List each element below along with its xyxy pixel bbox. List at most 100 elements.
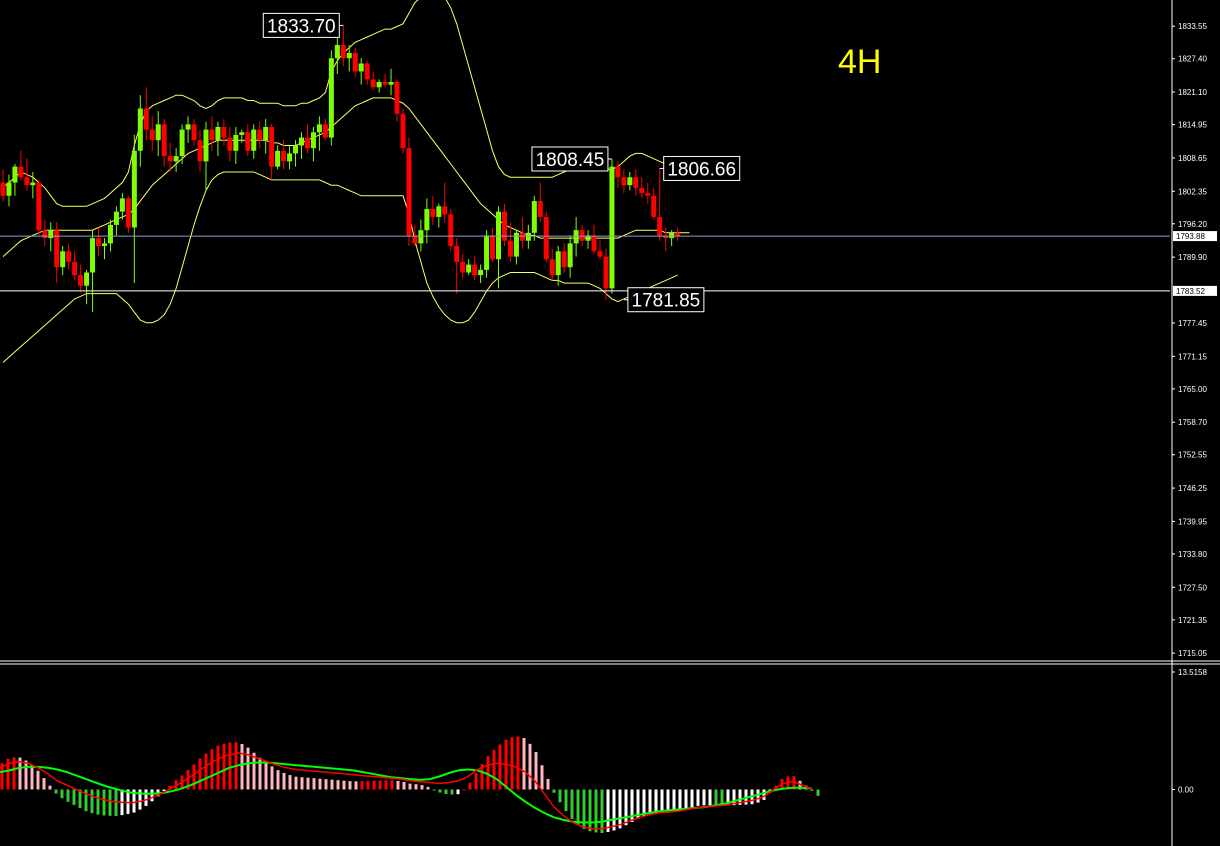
macd-histogram-bar (96, 789, 100, 815)
price-tick-label: 1796.20 (1178, 220, 1207, 229)
candle-body (245, 132, 251, 151)
macd-histogram-bar (90, 789, 94, 814)
candle-body (251, 129, 257, 151)
macd-histogram-bar (324, 779, 328, 790)
macd-histogram-bar (684, 789, 688, 809)
macd-histogram-bar (54, 789, 58, 794)
price-tick-label: 1733.80 (1178, 550, 1207, 559)
macd-histogram-bar (576, 789, 580, 825)
chart-canvas: 1833.70 1808.45 1806.66 1781.85 1833.55 1827… (0, 0, 1220, 846)
macd-histogram-bar (366, 781, 370, 790)
candle-body (72, 261, 78, 276)
macd-histogram-bar (546, 778, 550, 790)
current-price-label: 1793.88 (1176, 232, 1205, 241)
macd-histogram-bar (606, 789, 610, 833)
macd-histogram-bar (114, 789, 118, 816)
macd-histogram-bar (102, 789, 106, 816)
candle-body (382, 82, 388, 85)
price-tick-label: 1721.35 (1178, 616, 1207, 625)
bollinger-upper (2, 0, 690, 207)
candle-body (90, 238, 96, 273)
macd-histogram-bar (66, 789, 70, 802)
macd-histogram-bar (210, 749, 214, 790)
candle-body (418, 230, 424, 244)
candle-body (543, 216, 549, 260)
candle-body (406, 148, 412, 236)
candle-body (358, 63, 364, 72)
candle-body (525, 232, 531, 241)
price-tick-label: 1758.70 (1178, 418, 1207, 427)
candle-body (299, 137, 304, 146)
candle-body (215, 126, 221, 141)
price-tick-label: 1814.95 (1178, 121, 1207, 130)
candle-body (436, 206, 442, 217)
candle-body (197, 140, 203, 162)
macd-histogram-bar (420, 785, 424, 790)
macd-histogram-bar (450, 789, 454, 795)
candle-body (281, 150, 287, 162)
macd-histogram-bar (564, 789, 568, 812)
candle-body (96, 238, 102, 247)
macd-histogram-bar (384, 780, 388, 790)
candle-body (304, 137, 310, 149)
macd-histogram-bar (204, 753, 208, 790)
candle-body (149, 129, 155, 141)
candle-body (30, 182, 36, 186)
macd-histogram-bar (42, 778, 46, 790)
macd-histogram-bar (126, 789, 130, 814)
candle-body (555, 251, 561, 276)
candle-body (131, 150, 137, 228)
candle-body (442, 206, 448, 215)
candle-body (328, 58, 334, 138)
macd-histogram-bar (36, 770, 40, 790)
candle-body (167, 156, 173, 162)
candle-body (364, 63, 370, 80)
macd-histogram-bar (612, 789, 616, 831)
candle-body (316, 124, 322, 133)
candle-body (496, 211, 502, 260)
bollinger-bands (2, 0, 690, 363)
price-tick-label: 1789.90 (1178, 253, 1207, 262)
macd-tick-label: 13.5158 (1178, 668, 1207, 677)
price-tick-label: 1727.50 (1178, 583, 1207, 592)
macd-histogram-bar (48, 785, 52, 790)
candle-body (119, 198, 125, 212)
macd-histogram-bar (216, 745, 220, 790)
candle-body (460, 261, 466, 273)
candle-body (143, 108, 149, 130)
candle-body (209, 129, 215, 141)
macd-histogram-bar (468, 782, 472, 790)
candle-body (12, 166, 18, 183)
candle-body (257, 129, 263, 141)
candle-body (478, 269, 484, 276)
candle-body (173, 156, 179, 162)
candle-body (424, 208, 430, 231)
price-tick-label: 1833.55 (1178, 22, 1207, 31)
candle-body (113, 211, 119, 225)
macd-histogram-bar (60, 789, 64, 799)
macd-histogram-bar (600, 789, 604, 833)
candle-body (137, 108, 143, 151)
price-tick-label: 1827.40 (1178, 55, 1207, 64)
candle-body (233, 134, 239, 151)
candle-body (609, 166, 615, 289)
price-tick-label: 1821.10 (1178, 88, 1207, 97)
candle-body (84, 272, 90, 286)
candle-body (645, 193, 651, 196)
candle-body (161, 124, 167, 157)
macd-histogram-bar (288, 775, 292, 790)
candle-body (507, 240, 513, 257)
candle-body (573, 230, 579, 244)
candle-body (639, 187, 645, 194)
candle-body (60, 251, 66, 268)
macd-histogram-bar (696, 789, 700, 806)
macd-histogram-bar (228, 742, 232, 790)
macd-histogram-bar (456, 789, 460, 795)
macd-histogram-bar (282, 772, 286, 790)
candle-body (567, 243, 573, 268)
macd-histogram-bar (654, 789, 658, 814)
macd-panel: 13.5158 0.00 (0, 668, 1207, 833)
candle-body (0, 182, 6, 196)
candle-body (561, 251, 567, 268)
candle-body (466, 264, 472, 273)
